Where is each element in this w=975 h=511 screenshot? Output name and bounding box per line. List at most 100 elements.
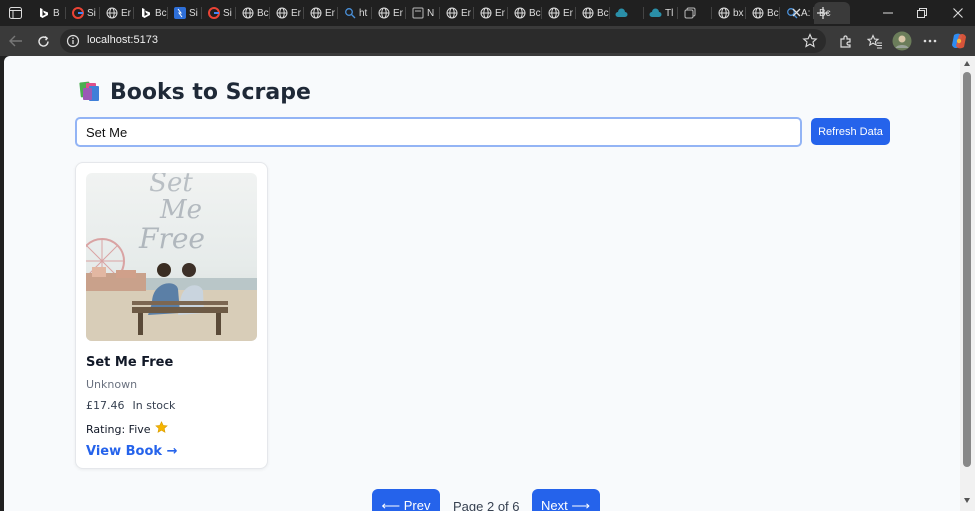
globe-icon <box>547 7 560 20</box>
browser-tab[interactable]: Er <box>474 2 508 24</box>
browser-tab[interactable]: N <box>406 2 440 24</box>
browser-tab[interactable]: B <box>32 2 66 24</box>
favorite-star-icon[interactable] <box>802 33 818 49</box>
book-price: £17.46 <box>86 399 125 412</box>
globe-icon <box>479 7 492 20</box>
tab-label: Si <box>223 7 232 19</box>
tab-strip: B Si Er Bc Si Si Bc Er Er ht Er N Er Er Bc Er Bc Tl bx Bc A:… <box>32 0 850 26</box>
blue-app-icon <box>173 7 186 20</box>
tab-actions-icon[interactable] <box>4 3 26 23</box>
url-text[interactable]: localhost:5173 <box>87 34 158 46</box>
tab-label: Bc <box>597 7 609 19</box>
reload-icon[interactable] <box>33 31 53 51</box>
browser-tab[interactable]: Er <box>372 2 406 24</box>
browser-tab[interactable] <box>678 2 712 24</box>
browser-tab[interactable]: ht <box>338 2 372 24</box>
favorites-icon[interactable] <box>866 32 884 50</box>
browser-tab[interactable]: Bc <box>746 2 780 24</box>
new-tab-icon[interactable] <box>813 3 833 23</box>
star-icon <box>154 421 168 437</box>
book-author: Unknown <box>86 378 138 391</box>
tab-label: Bc <box>257 7 269 19</box>
svg-text:Me: Me <box>159 195 202 225</box>
tab-label: Er <box>563 7 573 19</box>
browser-tab[interactable]: Si <box>202 2 236 24</box>
browser-tab[interactable]: Tl <box>644 2 678 24</box>
tab-label: Bc <box>529 7 541 19</box>
browser-tab[interactable]: Si <box>168 2 202 24</box>
browser-tab[interactable]: Er <box>100 2 134 24</box>
browser-tab[interactable]: Bc <box>576 2 610 24</box>
browser-tab[interactable]: Er <box>440 2 474 24</box>
book-cover-image[interactable]: Set Me Free <box>86 173 257 341</box>
tab-label: N <box>427 7 435 19</box>
tab-label: B <box>53 7 60 19</box>
globe-icon <box>241 7 254 20</box>
bing-icon <box>139 7 152 20</box>
globe-icon <box>105 7 118 20</box>
view-book-link[interactable]: View Book → <box>86 444 177 459</box>
browser-tab[interactable]: Er <box>270 2 304 24</box>
browser-toolbar: localhost:5173 <box>0 26 975 56</box>
browser-tab[interactable]: Er <box>542 2 576 24</box>
back-icon[interactable] <box>6 31 26 51</box>
browser-tab[interactable]: bx <box>712 2 746 24</box>
more-menu-icon[interactable] <box>921 32 939 50</box>
page-indicator: Page 2 of 6 <box>453 498 520 511</box>
tab-label: Si <box>189 7 198 19</box>
tab-label: Bc <box>155 7 167 19</box>
scroll-up-arrow-icon[interactable] <box>964 61 970 66</box>
pagination: ⟵ Prev Page 2 of 6 Next ⟶ <box>372 488 600 511</box>
next-page-button[interactable]: Next ⟶ <box>531 489 600 511</box>
search-icon <box>343 7 356 20</box>
tab-label: Er <box>291 7 301 19</box>
svg-text:Free: Free <box>138 222 205 255</box>
rating-label: Rating: Five <box>86 422 151 436</box>
copilot-icon[interactable] <box>949 31 969 51</box>
refresh-data-button[interactable]: Refresh Data <box>811 118 890 145</box>
globe-icon <box>513 7 526 20</box>
page-header: Books to Scrape <box>78 78 311 106</box>
browser-tab[interactable]: Si <box>66 2 100 24</box>
globe-icon <box>309 7 322 20</box>
profile-avatar[interactable] <box>892 31 912 51</box>
globe-icon <box>445 7 458 20</box>
page-scrollbar[interactable] <box>960 56 975 511</box>
close-tab-icon[interactable] <box>789 5 803 19</box>
tab-label: Er <box>121 7 131 19</box>
globe-icon <box>717 7 730 20</box>
site-info-icon[interactable] <box>66 34 80 48</box>
globe-icon <box>581 7 594 20</box>
browser-tab[interactable] <box>610 2 644 24</box>
book-card: Set Me Free Set Me Free Unknown £17.46 I… <box>75 162 268 469</box>
globe-icon <box>377 7 390 20</box>
address-bar[interactable]: localhost:5173 <box>60 29 826 53</box>
browser-tab[interactable]: Bc <box>508 2 542 24</box>
browser-tab[interactable]: Bc <box>134 2 168 24</box>
cloud-icon <box>649 7 662 20</box>
tab-label: ht <box>359 7 368 19</box>
stock-status: In stock <box>132 399 176 412</box>
tab-label: Er <box>461 7 471 19</box>
books-icon <box>78 78 102 107</box>
extensions-icon[interactable] <box>836 32 854 50</box>
page-icon <box>411 7 424 20</box>
prev-page-button[interactable]: ⟵ Prev <box>372 489 440 511</box>
minimize-icon[interactable] <box>871 0 905 26</box>
browser-tab[interactable]: Er <box>304 2 338 24</box>
tab-label: Bc <box>767 7 779 19</box>
cloud-icon <box>615 7 628 20</box>
google-icon <box>207 7 220 20</box>
search-input[interactable] <box>75 117 802 147</box>
scroll-down-arrow-icon[interactable] <box>964 498 970 503</box>
browser-tab[interactable]: Bc <box>236 2 270 24</box>
tab-label: Si <box>87 7 96 19</box>
globe-icon <box>751 7 764 20</box>
restore-icon[interactable] <box>905 0 939 26</box>
copy-icon <box>683 7 696 20</box>
window-close-icon[interactable] <box>941 0 975 26</box>
bing-icon <box>37 7 50 20</box>
google-icon <box>71 7 84 20</box>
tab-label: Er <box>325 7 335 19</box>
scroll-thumb[interactable] <box>963 72 971 467</box>
